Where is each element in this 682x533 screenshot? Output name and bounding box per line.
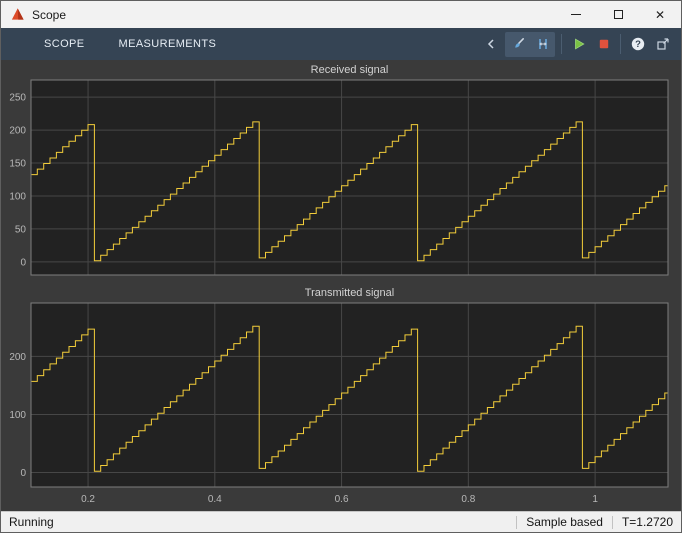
toolstrip: SCOPE MEASUREMENTS ? — [1, 28, 681, 60]
x-tick-label: 1 — [592, 494, 598, 505]
tab-scope[interactable]: SCOPE — [27, 28, 102, 60]
status-state: Running — [9, 515, 54, 529]
close-icon: ✕ — [654, 7, 666, 22]
y-tick-label: 250 — [9, 93, 26, 104]
x-tick-label: 0.4 — [208, 494, 222, 505]
minimize-icon — [571, 14, 581, 15]
y-tick-label: 0 — [20, 257, 26, 268]
cursors-icon — [538, 39, 547, 49]
y-tick-label: 200 — [9, 126, 26, 137]
status-separator — [611, 515, 613, 529]
title-bar: Scope ✕ — [1, 1, 681, 28]
style-button[interactable] — [505, 32, 530, 57]
minimize-button[interactable] — [555, 1, 597, 28]
close-button[interactable]: ✕ — [639, 1, 681, 28]
y-tick-label: 100 — [9, 191, 26, 202]
received-signal-plot: 0 50 100 150 200 250 Received signal — [1, 60, 681, 283]
x-tick-label: 0.8 — [461, 494, 475, 505]
y-tick-label: 50 — [15, 224, 27, 235]
dock-button[interactable] — [650, 32, 675, 57]
window-controls: ✕ — [555, 1, 681, 28]
chevron-left-icon — [487, 39, 494, 49]
window-title: Scope — [32, 7, 67, 22]
svg-text:?: ? — [635, 39, 641, 50]
status-time: T=1.2720 — [621, 515, 673, 529]
plot-title: Transmitted signal — [305, 287, 394, 299]
y-tick-label: 200 — [9, 352, 26, 363]
x-tick-label: 0.6 — [335, 494, 349, 505]
plot-area: 0 50 100 150 200 250 Received signal 0 100 200 0.… — [1, 60, 681, 511]
help-icon: ? — [631, 37, 644, 51]
stop-icon — [599, 39, 608, 49]
run-icon — [574, 38, 585, 50]
stop-button[interactable] — [591, 32, 616, 57]
status-right: Sample based T=1.2720 — [516, 515, 673, 529]
matlab-logo-icon — [11, 8, 24, 20]
x-tick-label: 0.2 — [81, 494, 95, 505]
toolstrip-quick-access: ? — [478, 31, 675, 57]
plot-title: Received signal — [311, 64, 389, 76]
y-tick-label: 0 — [20, 468, 26, 479]
tab-measurements[interactable]: MEASUREMENTS — [102, 28, 234, 60]
help-button[interactable]: ? — [625, 32, 650, 57]
collapse-toolstrip-button[interactable] — [478, 32, 503, 57]
brush-icon — [514, 38, 524, 48]
maximize-button[interactable] — [597, 1, 639, 28]
cursor-measurements-button[interactable] — [530, 32, 555, 57]
maximize-icon — [613, 10, 623, 19]
run-button[interactable] — [566, 32, 591, 57]
display-tools-group — [505, 31, 555, 57]
toolbar-separator — [561, 34, 562, 54]
status-bar: Running Sample based T=1.2720 — [1, 511, 681, 532]
status-separator — [516, 515, 518, 529]
y-tick-label: 150 — [9, 159, 26, 170]
status-sample-mode: Sample based — [526, 515, 603, 529]
transmitted-signal-plot: 0 100 200 0.2 0.4 0.6 0.8 1 Transmitted signal — [1, 283, 681, 511]
dock-icon — [656, 38, 669, 50]
y-tick-label: 100 — [9, 410, 26, 421]
toolbar-separator — [620, 34, 621, 54]
scope-window: Scope ✕ SCOPE MEASUREMENTS ? 0 50 100 15… — [0, 0, 682, 533]
